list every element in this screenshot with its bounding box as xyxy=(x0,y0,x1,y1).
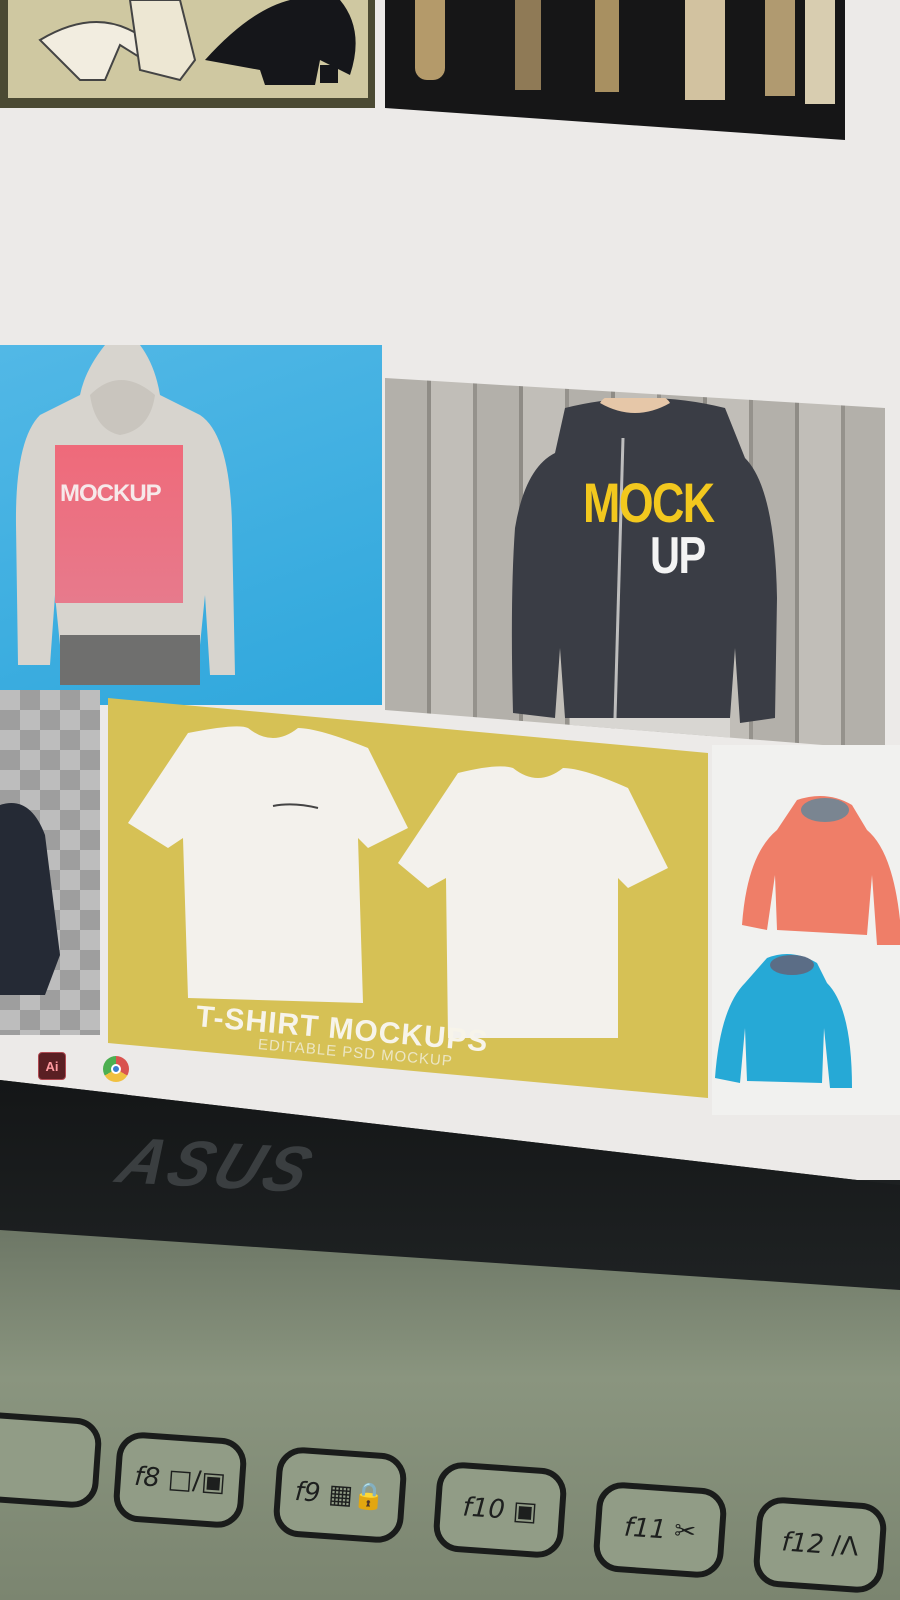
laptop-screen: MOCKUP MOCK UP T-SHIRT MOCKUPS EDITABLE … xyxy=(0,0,900,1180)
tile-jacket-flatlay[interactable] xyxy=(0,0,375,108)
dark-zip-hoodie-image xyxy=(511,398,777,743)
tile-zip-hoodie[interactable]: MOCK UP xyxy=(385,378,885,750)
mockup-print-area xyxy=(55,445,183,603)
key-f7[interactable] xyxy=(0,1410,103,1510)
key-f11-label: f11 xyxy=(623,1512,668,1546)
tshirts-image xyxy=(128,726,668,1038)
key-f11[interactable]: f11 ✂ xyxy=(592,1480,728,1580)
key-f8-label: f8 xyxy=(133,1461,162,1494)
coral-puffer-image xyxy=(742,796,900,945)
tile-models-dark[interactable] xyxy=(385,0,845,140)
snipping-icon: ✂ xyxy=(673,1516,697,1548)
asus-logo: ASUS xyxy=(108,1123,326,1207)
key-f9-label: f9 xyxy=(293,1476,322,1509)
keyboard-deck: f8 □/▣ f9 ▦🔒 f10 ▣ f11 ✂ f12 /Λ xyxy=(0,1230,900,1600)
tile-puffer-jackets[interactable] xyxy=(712,745,900,1115)
cyan-puffer-image xyxy=(715,954,852,1088)
tile-tshirt-mockups[interactable]: T-SHIRT MOCKUPS EDITABLE PSD MOCKUP xyxy=(108,698,708,1098)
camera-off-icon: ▣ xyxy=(511,1495,539,1528)
fn-icon: /Λ xyxy=(830,1530,860,1563)
mockup-print-text: MOCKUP xyxy=(60,480,162,507)
chrome-icon[interactable] xyxy=(103,1056,129,1082)
black-puffer-image xyxy=(0,803,60,995)
display-switch-icon: □/▣ xyxy=(166,1464,227,1499)
key-f12[interactable]: f12 /Λ xyxy=(752,1495,888,1595)
key-f8[interactable]: f8 □/▣ xyxy=(112,1430,248,1530)
adobe-acrobat-icon[interactable]: Ai xyxy=(38,1052,66,1080)
adobe-app-label: Ai xyxy=(45,1058,59,1074)
key-f10[interactable]: f10 ▣ xyxy=(432,1460,568,1560)
key-f9[interactable]: f9 ▦🔒 xyxy=(272,1445,408,1545)
lock-icon: ▦🔒 xyxy=(327,1479,387,1514)
mock-print-line2: UP xyxy=(650,527,706,585)
tile-hoodie-back[interactable]: MOCKUP xyxy=(0,345,382,705)
jacket-sketch-image xyxy=(38,0,356,85)
tile-puffer-transparent[interactable] xyxy=(0,690,100,1035)
key-f12-label: f12 xyxy=(780,1527,825,1561)
key-f10-label: f10 xyxy=(461,1492,506,1526)
